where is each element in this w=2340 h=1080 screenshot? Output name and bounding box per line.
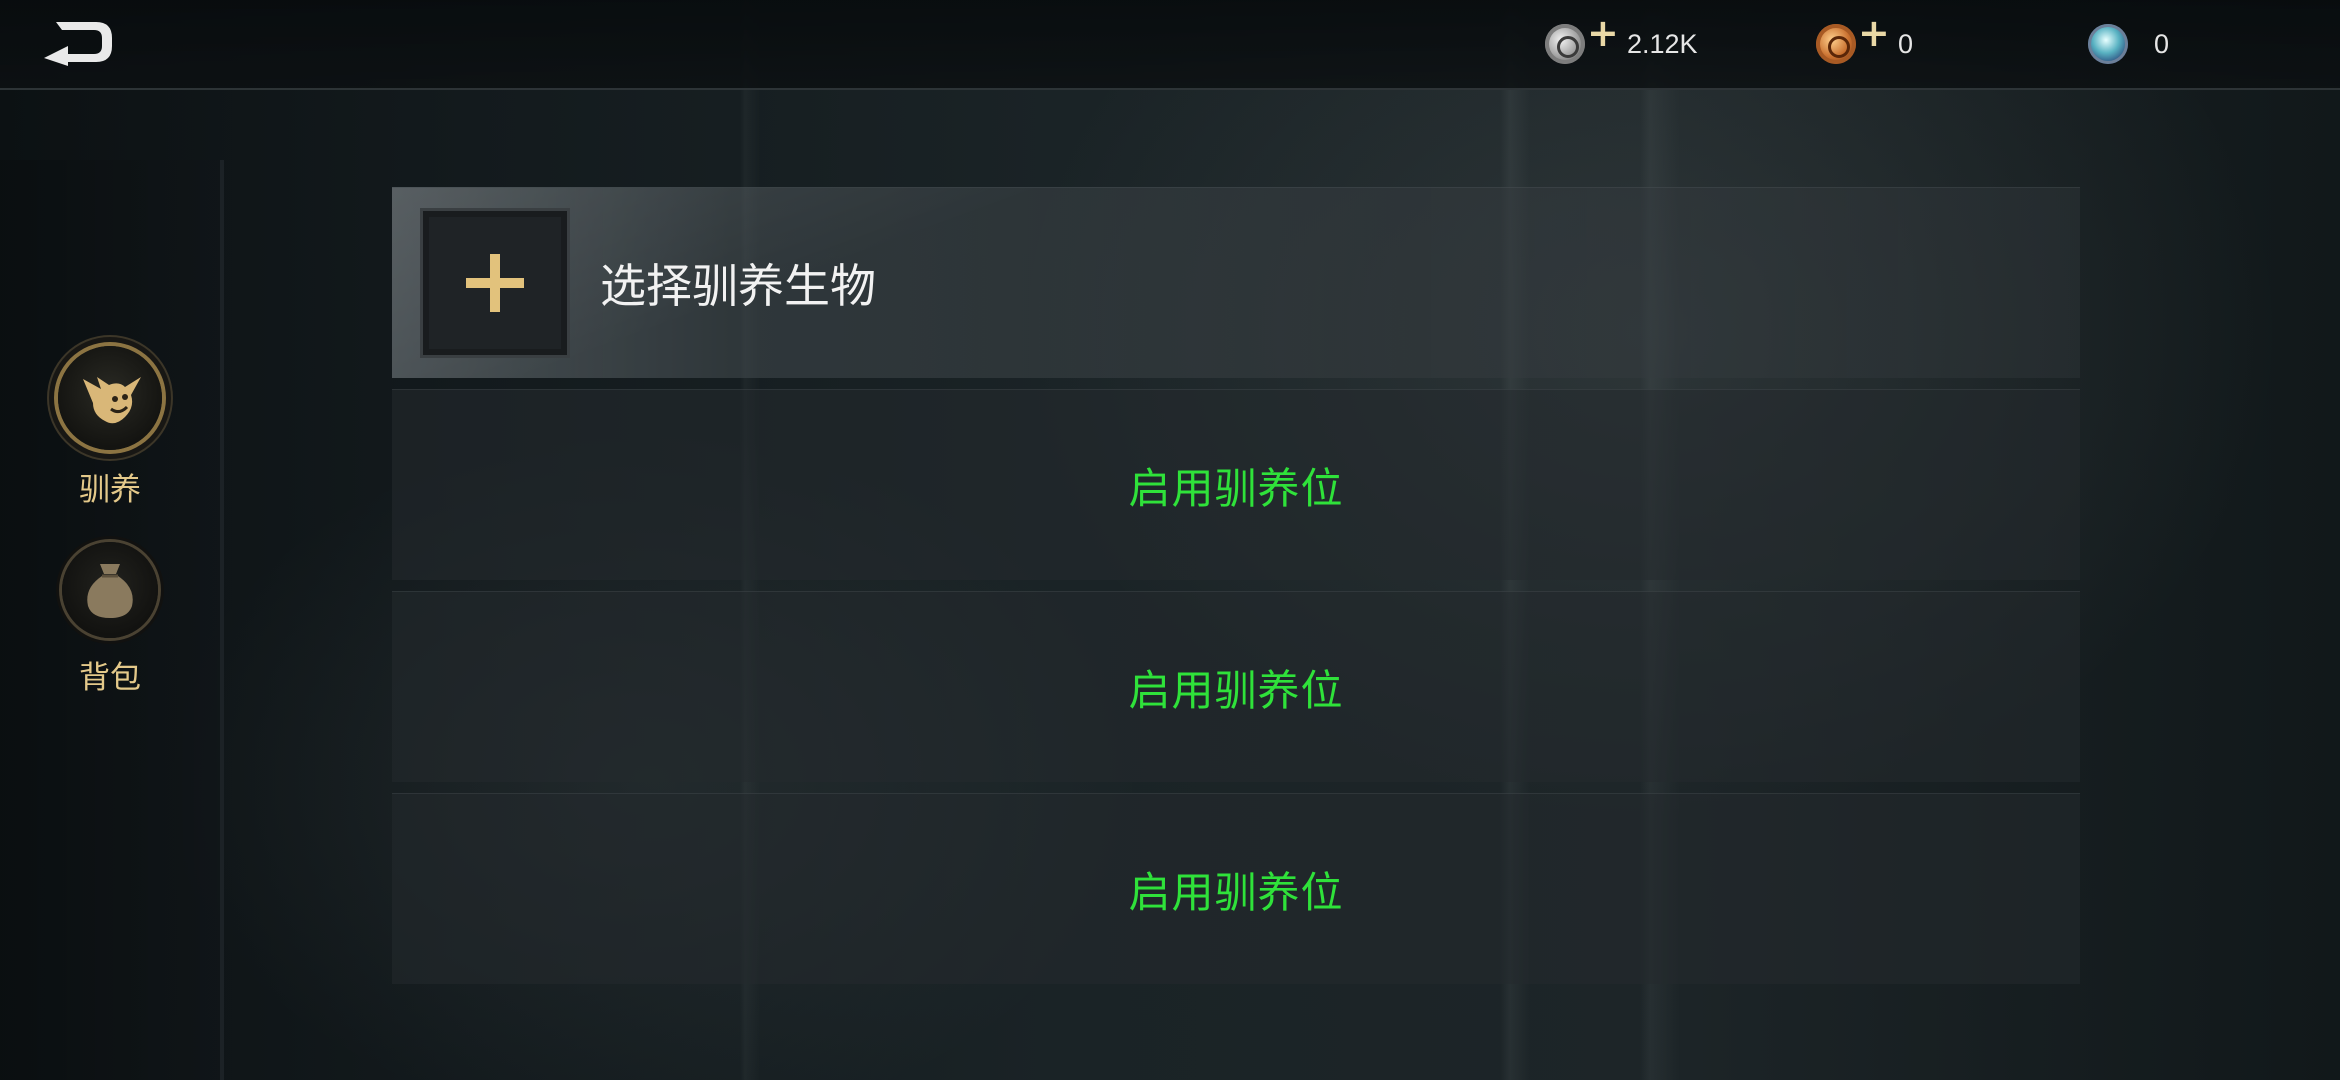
enable-slot-button[interactable]: 启用驯养位 <box>392 591 2080 782</box>
silver-coin-icon <box>1545 24 1585 64</box>
plus-icon <box>466 254 524 312</box>
enable-slot-button[interactable]: 启用驯养位 <box>392 389 2080 580</box>
back-button[interactable] <box>38 16 118 72</box>
taming-slot-list: 选择驯养生物 启用驯养位 启用驯养位 启用驯养位 <box>392 187 2080 995</box>
enable-slot-label: 启用驯养位 <box>1128 867 1344 917</box>
sidebar-item-label: 背包 <box>79 660 141 696</box>
currency-copper: + 0 <box>1816 14 1914 70</box>
top-bar: + 2.12K + 0 0 <box>0 0 2340 90</box>
add-creature-button[interactable] <box>420 208 570 358</box>
add-copper-button[interactable]: + <box>1858 14 1890 52</box>
creature-head-icon <box>83 377 141 424</box>
sidebar-item-label: 驯养 <box>79 472 141 508</box>
select-creature-slot[interactable]: 选择驯养生物 <box>392 187 2080 378</box>
enable-slot-button[interactable]: 启用驯养位 <box>392 793 2080 984</box>
currency-silver: + 2.12K <box>1545 14 1698 70</box>
silver-amount: 2.12K <box>1627 28 1698 59</box>
currency-gem: 0 <box>2088 18 2169 70</box>
copper-coin-icon <box>1816 24 1856 64</box>
bag-tab-icon-frame <box>62 542 158 638</box>
enable-slot-label: 启用驯养位 <box>1128 665 1344 715</box>
sidebar-item-taming[interactable]: 驯养 <box>0 346 220 509</box>
sidebar-item-bag[interactable]: 背包 <box>0 542 220 697</box>
gem-orb-icon <box>2088 24 2128 64</box>
select-creature-label: 选择驯养生物 <box>600 259 876 313</box>
gem-amount: 0 <box>2154 28 2170 59</box>
sidebar: 驯养 背包 <box>0 160 224 1080</box>
taming-tab-icon-frame <box>58 346 162 450</box>
bag-icon <box>87 564 133 618</box>
enable-slot-label: 启用驯养位 <box>1128 463 1344 513</box>
back-arrow-icon <box>44 22 112 66</box>
add-silver-button[interactable]: + <box>1587 14 1619 52</box>
copper-amount: 0 <box>1898 28 1914 59</box>
